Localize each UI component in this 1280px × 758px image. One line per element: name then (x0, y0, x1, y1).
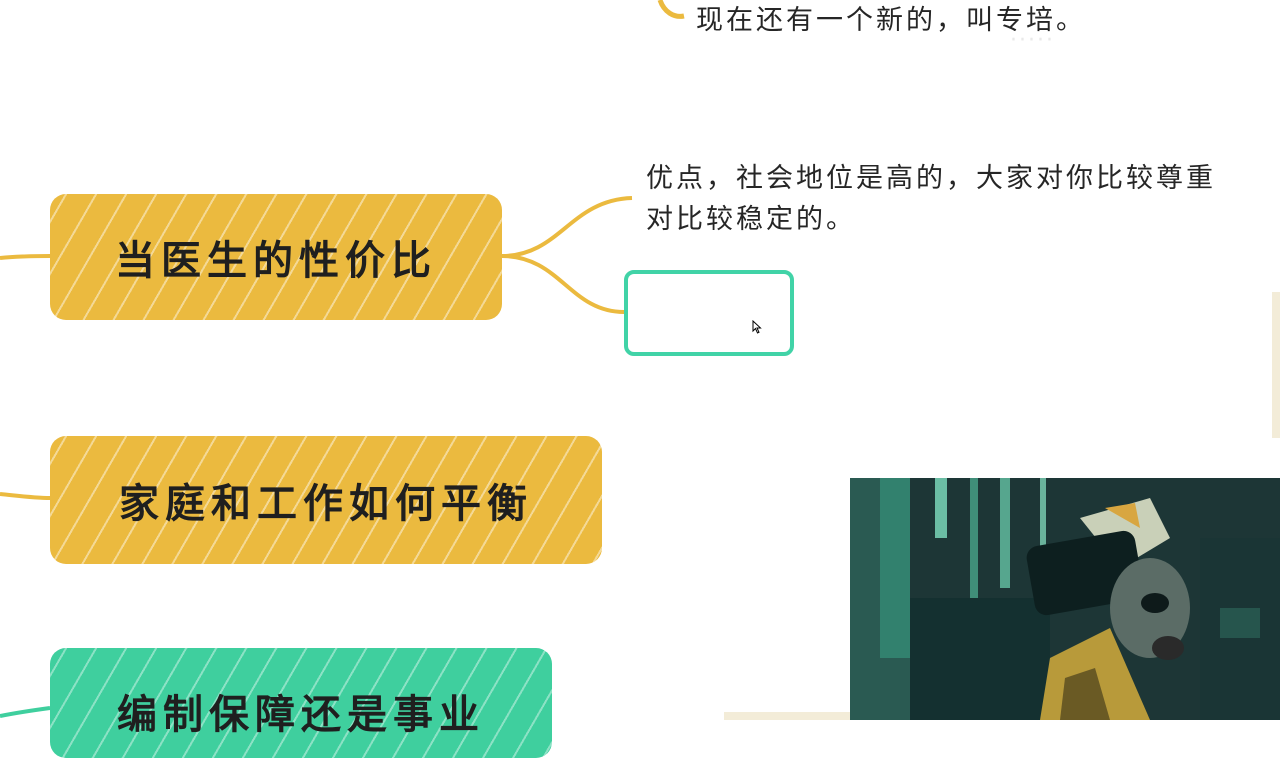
branch-node-cost-value[interactable]: 当医生的性价比 (50, 194, 502, 320)
faint-background-text: ····· (1010, 28, 1055, 53)
connector-to-empty-node (501, 254, 625, 314)
bottom-edge-fragment (724, 712, 850, 720)
branch-node-family-work[interactable]: 家庭和工作如何平衡 (50, 436, 602, 564)
branch-node-bianzhi[interactable]: 编制保障还是事业 (50, 648, 552, 758)
right-edge-node-fragment (1272, 292, 1280, 438)
branch-label: 家庭和工作如何平衡 (119, 481, 533, 527)
advantage-node[interactable]: 优点，社会地位是高的，大家对你比较尊重 对比较稳定的。 (646, 158, 1216, 240)
empty-node-editing[interactable] (624, 270, 794, 356)
branch-label: 编制保障还是事业 (117, 692, 485, 738)
connector-to-top-note (657, 0, 685, 19)
connector-to-bianzhi (0, 706, 51, 718)
connector-to-cost (0, 254, 51, 260)
advantage-line-2: 对比较稳定的。 (646, 204, 856, 235)
connector-to-balance (0, 492, 51, 500)
mouse-pointer-icon (752, 320, 762, 334)
video-frame-illustration (850, 478, 1280, 720)
video-overlay[interactable] (850, 478, 1280, 720)
branch-label: 当医生的性价比 (115, 238, 437, 284)
connector-to-advantage (501, 196, 633, 258)
advantage-line-1: 优点，社会地位是高的，大家对你比较尊重 (646, 163, 1216, 194)
